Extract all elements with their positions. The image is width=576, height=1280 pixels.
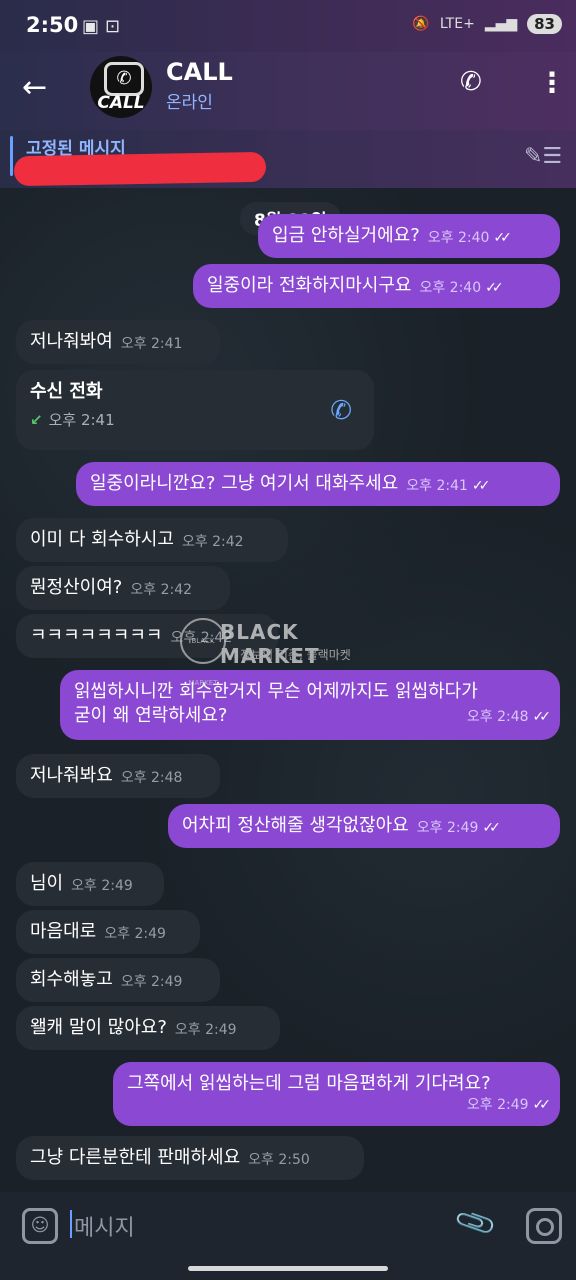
message-bubble[interactable]: 이미 다 회수하시고 오후 2:42	[16, 518, 288, 562]
signal-icon: ▂▄▆	[484, 16, 518, 32]
message-input[interactable]: 메시지	[74, 1210, 135, 1242]
read-checks-icon: ✓✓	[532, 709, 552, 726]
message-time: 오후 2:40	[427, 230, 490, 247]
message-text-line2: 굳이 왜 연락하세요?	[74, 705, 228, 727]
message-bubble[interactable]: 님이 오후 2:49	[16, 862, 164, 906]
message-text: 그냥 다른분한테 판매하세요	[30, 1147, 241, 1168]
back-arrow-icon[interactable]: ←	[22, 70, 47, 105]
message-bubble[interactable]: 뭔정산이여? 오후 2:42	[16, 566, 230, 610]
sticker-emoji-icon[interactable]: ☺	[22, 1208, 58, 1244]
message-bubble[interactable]: 입금 안하실거에요? 오후 2:40 ✓✓	[258, 214, 560, 258]
avatar[interactable]: ✆ CALL	[90, 56, 152, 118]
avatar-text: CALL	[97, 93, 145, 113]
incoming-arrow-icon: ↙	[30, 411, 43, 430]
watermark: BLACK MARKET BLACK MARKET 정보의 기준, 블랙마켓	[180, 612, 400, 687]
read-checks-icon: ✓✓	[471, 478, 491, 495]
read-checks-icon: ✓✓	[482, 820, 501, 837]
message-text: 입금 안하실거에요?	[272, 225, 420, 246]
message-time: 오후 2:49	[120, 974, 183, 991]
message-time: 오후 2:48	[466, 709, 529, 726]
phone-call-icon[interactable]: ✆	[460, 67, 482, 97]
more-vert-icon[interactable]: ⋮	[538, 66, 566, 99]
message-text: 저나줘봐요	[30, 765, 113, 786]
message-text: ㅋㅋㅋㅋㅋㅋㅋㅋ	[30, 625, 163, 646]
message-text: 회수해놓고	[30, 969, 113, 990]
camera-icon[interactable]	[526, 1208, 562, 1244]
message-text: 저나줘봐여	[30, 331, 113, 352]
message-time: 오후 2:49	[104, 926, 166, 943]
message-time: 오후 2:40	[419, 280, 482, 297]
message-time: 오후 2:50	[248, 1152, 310, 1169]
read-checks-icon: ✓✓	[493, 230, 512, 247]
message-time: 오후 2:41	[48, 411, 115, 430]
read-checks-icon: ✓✓	[485, 280, 504, 297]
watermark-subtitle: 정보의 기준, 블랙마켓	[240, 648, 351, 662]
read-checks-icon: ✓✓	[532, 1097, 552, 1114]
pinned-list-icon[interactable]: ✎☰	[524, 144, 562, 169]
chat-header: ← ✆ CALL CALL 온라인 ✆ ⋮	[0, 52, 576, 130]
message-bubble[interactable]: 그냥 다른분한테 판매하세요 오후 2:50	[16, 1136, 364, 1180]
mute-icon: 🔕	[412, 16, 430, 32]
home-indicator	[188, 1266, 388, 1271]
phone-callback-icon[interactable]: ✆	[330, 394, 352, 429]
message-text: 읽씹하시니깐 회수한거지 무슨 어제까지도 읽씹하다가	[74, 681, 478, 702]
status-time: 2:50	[26, 13, 79, 37]
message-bubble[interactable]: 일중이라 전화하지마시구요 오후 2:40 ✓✓	[193, 264, 560, 308]
message-bubble[interactable]: 그쪽에서 읽씹하는데 그럼 마음편하게 기다려요? 오후 2:49 ✓✓	[113, 1062, 560, 1126]
message-time: 오후 2:42	[130, 582, 193, 599]
message-text: 님이	[30, 873, 64, 894]
message-text: 일중이라니깐요? 그냥 여기서 대화주세요	[90, 473, 399, 494]
message-time: 오후 2:48	[120, 770, 183, 787]
message-bubble[interactable]: 읽씹하시니깐 회수한거지 무슨 어제까지도 읽씹하다가 굳이 왜 연락하세요? 오…	[60, 670, 560, 740]
message-text: 이미 다 회수하시고	[30, 529, 174, 550]
status-bar: 2:50 ▣⊡ 🔕 LTE+ ▂▄▆ 83	[0, 0, 576, 52]
message-time: 오후 2:41	[120, 336, 183, 353]
message-time: 오후 2:49	[466, 1097, 529, 1114]
call-label: 수신 전화	[30, 381, 103, 402]
message-text: 그쪽에서 읽씹하는데 그럼 마음편하게 기다려요?	[127, 1073, 491, 1094]
pinned-message-bar[interactable]: 고정된 메시지 세 ✎☰	[0, 130, 576, 188]
message-time: 오후 2:49	[71, 878, 133, 895]
chat-area[interactable]: 8월 22일 입금 안하실거에요?오후 2:40✓✓ 일중이라 전화하지마시구요…	[0, 188, 576, 1192]
message-bubble[interactable]: 왤캐 말이 많아요? 오후 2:49	[16, 1006, 280, 1050]
message-bubble[interactable]: 어차피 정산해줄 생각없잖아요 오후 2:49 ✓✓	[168, 804, 560, 848]
message-text: 왤캐 말이 많아요?	[30, 1017, 167, 1038]
message-text: 뭔정산이여?	[30, 577, 123, 598]
message-bubble[interactable]: 회수해놓고 오후 2:49	[16, 958, 220, 1002]
message-text: 어차피 정산해줄 생각없잖아요	[182, 815, 409, 836]
message-bubble[interactable]: 마음대로 오후 2:49	[16, 910, 200, 954]
redaction-mark	[13, 151, 267, 187]
message-bubble[interactable]: 저나줘봐여 오후 2:41	[16, 320, 220, 364]
phone-logo-icon: ✆	[104, 62, 144, 96]
message-composer: ☺ 메시지 📎	[0, 1192, 576, 1280]
message-bubble[interactable]: 저나줘봐요 오후 2:48	[16, 754, 220, 798]
chat-status: 온라인	[166, 93, 213, 113]
message-time: 오후 2:49	[174, 1022, 237, 1039]
battery-level: 83	[527, 14, 562, 34]
network-label: LTE+	[439, 16, 475, 32]
chat-title[interactable]: CALL	[166, 58, 233, 86]
message-time: 오후 2:49	[416, 820, 479, 837]
status-right: 🔕 LTE+ ▂▄▆ 83	[412, 14, 562, 34]
message-text: 일중이라 전화하지마시구요	[207, 275, 412, 296]
attach-paperclip-icon[interactable]: 📎	[452, 1199, 499, 1245]
message-time: 오후 2:42	[181, 534, 244, 551]
pinned-indicator	[10, 136, 13, 176]
message-text: 마음대로	[30, 921, 97, 942]
message-time: 오후 2:41	[406, 478, 468, 495]
notification-icons: ▣⊡	[82, 16, 127, 37]
text-caret	[70, 1210, 72, 1238]
message-bubble[interactable]: 일중이라니깐요? 그냥 여기서 대화주세요 오후 2:41 ✓✓	[76, 462, 560, 506]
call-bubble[interactable]: 수신 전화 ↙ 오후 2:41 ✆	[16, 370, 374, 450]
